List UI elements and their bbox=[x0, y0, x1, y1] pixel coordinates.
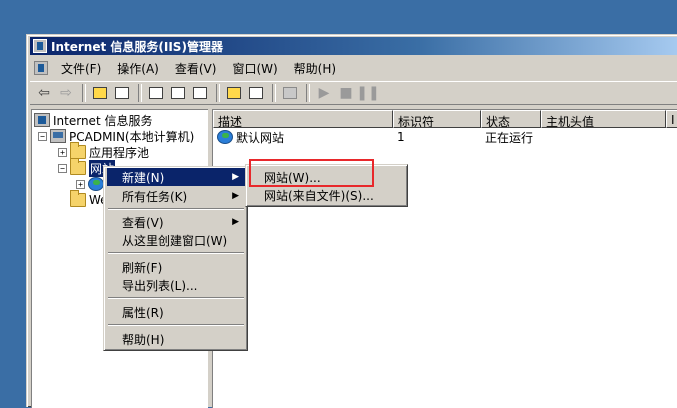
annotation-highlight bbox=[249, 159, 374, 187]
context-menu-properties[interactable]: 属性(R) bbox=[107, 303, 245, 321]
menu-file[interactable]: 文件(F) bbox=[53, 58, 109, 79]
menu-view[interactable]: 查看(V) bbox=[167, 58, 225, 79]
context-menu-new[interactable]: 新建(N) ▶ bbox=[107, 168, 245, 186]
submenu-new-website-from-file[interactable]: 网站(来自文件)(S)... bbox=[249, 186, 405, 204]
submenu-arrow-icon: ▶ bbox=[232, 191, 239, 201]
properties-button[interactable] bbox=[146, 84, 166, 102]
column-header-description[interactable]: 描述 bbox=[213, 110, 393, 128]
system-menu-icon[interactable] bbox=[34, 61, 48, 75]
column-header-identifier[interactable]: 标识符 bbox=[393, 110, 481, 128]
submenu-arrow-icon: ▶ bbox=[232, 217, 239, 227]
export-list-icon bbox=[193, 87, 207, 99]
help-icon bbox=[227, 87, 241, 99]
help-button[interactable] bbox=[224, 84, 244, 102]
toolbar: ⇦ ⇨ ▶ ■ ❚❚ bbox=[30, 81, 677, 105]
up-level-button[interactable] bbox=[90, 84, 110, 102]
column-header-host[interactable]: 主机头值 bbox=[541, 110, 666, 128]
collapse-icon[interactable]: − bbox=[58, 163, 67, 173]
menu-window[interactable]: 窗口(W) bbox=[224, 58, 285, 79]
context-menu-refresh[interactable]: 刷新(F) bbox=[107, 258, 245, 276]
menu-item-label: 从这里创建窗口(W) bbox=[122, 233, 228, 248]
back-button[interactable]: ⇦ bbox=[34, 84, 54, 102]
stop-button[interactable]: ■ bbox=[336, 84, 356, 102]
refresh-button[interactable] bbox=[168, 84, 188, 102]
menu-item-label: 所有任务(K) bbox=[122, 189, 188, 204]
menu-separator bbox=[108, 297, 244, 299]
menu-item-label: 导出列表(L)... bbox=[122, 278, 198, 293]
menu-separator bbox=[108, 208, 244, 210]
tree-item-iis-root[interactable]: Internet 信息服务 bbox=[34, 112, 152, 128]
menu-item-label: 网站(来自文件)(S)... bbox=[264, 188, 374, 203]
computer-icon bbox=[50, 129, 66, 143]
start-button[interactable]: ▶ bbox=[314, 84, 334, 102]
computer-button[interactable] bbox=[280, 84, 300, 102]
forward-button[interactable]: ⇨ bbox=[56, 84, 76, 102]
site-status: 正在运行 bbox=[485, 130, 534, 145]
menu-action[interactable]: 操作(A) bbox=[109, 58, 167, 79]
action-pane-icon bbox=[249, 87, 263, 99]
tree-label: PCADMIN(本地计算机) bbox=[69, 129, 195, 144]
context-menu-all-tasks[interactable]: 所有任务(K) ▶ bbox=[107, 187, 245, 205]
folder-icon bbox=[70, 158, 86, 175]
website-globe-icon bbox=[88, 177, 104, 191]
menu-bar: 文件(F) 操作(A) 查看(V) 窗口(W) 帮助(H) bbox=[30, 57, 677, 79]
show-tree-button[interactable] bbox=[112, 84, 132, 102]
folder-icon bbox=[70, 142, 86, 159]
expand-icon[interactable]: + bbox=[76, 179, 85, 189]
up-folder-icon bbox=[93, 87, 107, 99]
menu-item-label: 新建(N) bbox=[122, 170, 165, 185]
collapse-icon[interactable]: − bbox=[38, 131, 47, 141]
pause-icon: ❚❚ bbox=[356, 85, 380, 101]
toolbar-separator bbox=[138, 84, 142, 102]
properties-icon bbox=[149, 87, 163, 99]
title-bar[interactable]: Internet 信息服务(IIS)管理器 bbox=[30, 37, 677, 55]
window-title: Internet 信息服务(IIS)管理器 bbox=[51, 39, 223, 54]
iis-app-icon bbox=[33, 39, 47, 53]
tree-item-computer[interactable]: − PCADMIN(本地计算机) bbox=[38, 128, 194, 144]
refresh-icon bbox=[171, 87, 185, 99]
list-row-default-site[interactable]: 默认网站 1 正在运行 bbox=[213, 129, 666, 145]
context-menu: 新建(N) ▶ 所有任务(K) ▶ 查看(V) ▶ 从这里创建窗口(W) 刷新(… bbox=[103, 166, 248, 351]
computer-icon bbox=[283, 87, 297, 99]
forward-arrow-icon: ⇨ bbox=[60, 85, 72, 101]
toolbar-separator bbox=[216, 84, 220, 102]
list-header: 描述 标识符 状态 主机头值 I bbox=[213, 110, 677, 128]
menu-item-label: 查看(V) bbox=[122, 215, 164, 230]
play-icon: ▶ bbox=[318, 85, 330, 101]
expand-icon[interactable]: + bbox=[58, 147, 67, 157]
menu-separator bbox=[108, 324, 244, 326]
website-globe-icon bbox=[217, 130, 233, 144]
column-header-status[interactable]: 状态 bbox=[481, 110, 541, 128]
site-id: 1 bbox=[397, 130, 405, 144]
context-menu-help[interactable]: 帮助(H) bbox=[107, 330, 245, 348]
console-tree-icon bbox=[115, 87, 129, 99]
context-menu-new-window[interactable]: 从这里创建窗口(W) bbox=[107, 231, 245, 249]
folder-icon bbox=[70, 190, 86, 207]
menu-item-label: 帮助(H) bbox=[122, 332, 165, 347]
column-header-ip[interactable]: I bbox=[666, 110, 677, 128]
menu-item-label: 刷新(F) bbox=[122, 260, 163, 275]
tree-label: Internet 信息服务 bbox=[53, 113, 153, 128]
menu-separator bbox=[108, 252, 244, 254]
menu-help[interactable]: 帮助(H) bbox=[286, 58, 344, 79]
toolbar-separator bbox=[272, 84, 276, 102]
submenu-arrow-icon: ▶ bbox=[232, 172, 239, 182]
back-arrow-icon: ⇦ bbox=[38, 85, 50, 101]
iis-icon bbox=[34, 113, 50, 127]
export-list-button[interactable] bbox=[190, 84, 210, 102]
context-menu-view[interactable]: 查看(V) ▶ bbox=[107, 213, 245, 231]
show-action-pane-button[interactable] bbox=[246, 84, 266, 102]
toolbar-separator bbox=[82, 84, 86, 102]
toolbar-separator bbox=[306, 84, 310, 102]
stop-icon: ■ bbox=[339, 85, 353, 101]
tree-item-web-extensions[interactable]: We bbox=[70, 190, 108, 208]
result-pane: 描述 标识符 状态 主机头值 I 默认网站 1 正在运行 bbox=[212, 109, 677, 408]
menu-item-label: 属性(R) bbox=[122, 305, 164, 320]
site-name: 默认网站 bbox=[236, 130, 285, 145]
context-menu-export-list[interactable]: 导出列表(L)... bbox=[107, 276, 245, 294]
pause-button[interactable]: ❚❚ bbox=[356, 84, 380, 102]
tree-label: 应用程序池 bbox=[89, 145, 150, 160]
